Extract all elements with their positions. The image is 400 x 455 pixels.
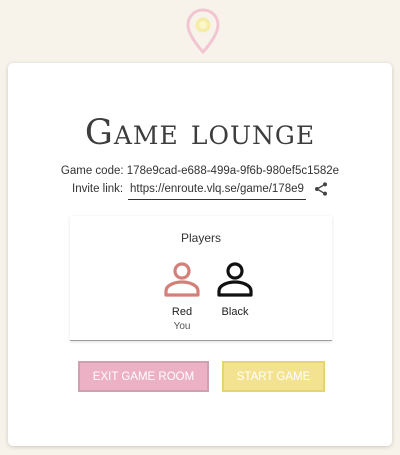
game-code-label: Game code: bbox=[60, 165, 124, 177]
start-game-button[interactable]: Start game bbox=[222, 361, 325, 392]
game-code-value: 178e9cad-e688-499a-9f6b-980ef5c1582e bbox=[126, 165, 340, 177]
game-lounge-card: Game lounge Game code: 178e9cad-e688-499… bbox=[8, 63, 392, 446]
person-icon bbox=[164, 262, 200, 297]
game-code-row: Game code: 178e9cad-e688-499a-9f6b-980ef… bbox=[8, 165, 392, 177]
person-icon bbox=[217, 262, 253, 297]
map-pin-logo-icon bbox=[186, 8, 220, 54]
invite-link-field[interactable] bbox=[128, 178, 306, 200]
invite-link-label: Invite link: bbox=[72, 183, 124, 195]
player-name: Black bbox=[221, 306, 249, 318]
page-title: Game lounge bbox=[84, 113, 316, 153]
player-red: Red You bbox=[152, 260, 212, 333]
players-panel: Players Red You Black bbox=[70, 216, 332, 341]
page: Game lounge Game code: 178e9cad-e688-499… bbox=[0, 0, 400, 455]
exit-game-room-button[interactable]: Exit game room bbox=[78, 361, 209, 392]
players-title: Players bbox=[180, 231, 221, 245]
player-name: Red bbox=[171, 306, 193, 318]
player-black: Black bbox=[205, 260, 265, 319]
player-you-tag: You bbox=[173, 321, 191, 332]
share-icon[interactable] bbox=[313, 181, 329, 197]
